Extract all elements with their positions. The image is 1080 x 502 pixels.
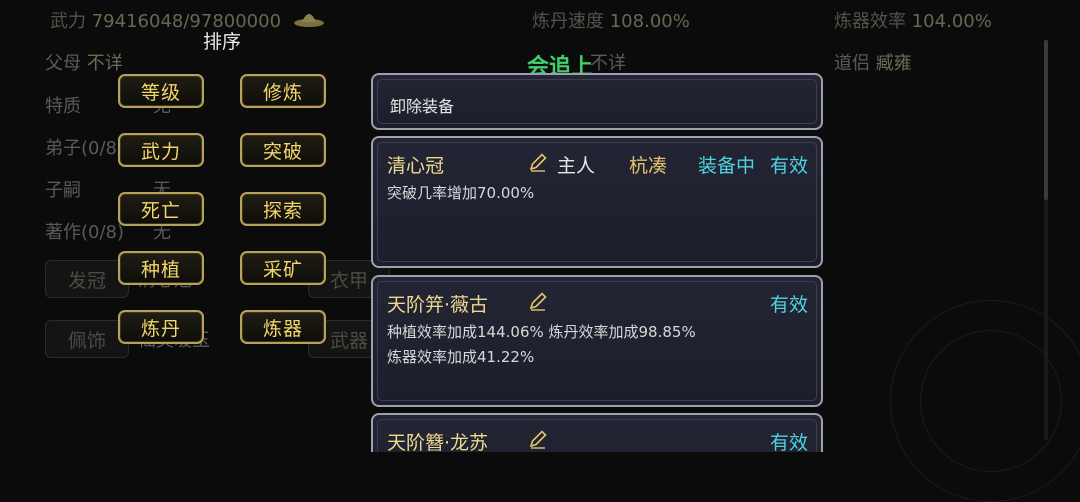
sort-level-button[interactable]: 等级	[118, 74, 204, 108]
sort-death-button[interactable]: 死亡	[118, 192, 204, 226]
partner-info: 道侣 臧雍	[834, 53, 912, 74]
works-label: 著作(0/8)	[45, 222, 125, 243]
item-validity: 有效	[770, 155, 809, 177]
sort-breakthrough-button[interactable]: 突破	[240, 133, 326, 167]
equipment-item-card[interactable]: 清心冠 主人 杭凑 装备中 有效 突破几率增加70.00%	[371, 136, 823, 268]
scrollbar-thumb[interactable]	[1044, 40, 1048, 200]
background-cloud-decoration	[920, 330, 1062, 472]
equipment-item-card[interactable]: 天阶笄·薇古 有效 种植效率加成144.06% 炼丹效率加成98.85% 炼器效…	[371, 275, 823, 407]
rename-pencil-icon[interactable]	[528, 152, 548, 172]
item-owner: 主人	[557, 155, 596, 177]
sort-mining-button[interactable]: 采矿	[240, 251, 326, 285]
sort-forging-button[interactable]: 炼器	[240, 310, 326, 344]
unequip-label: 卸除装备	[390, 97, 455, 116]
rename-pencil-icon[interactable]	[528, 291, 548, 311]
disciples-label: 弟子(0/8)	[45, 138, 125, 159]
hat-icon	[293, 8, 325, 28]
item-list-clip: 天阶簪·龙苏 有效	[371, 413, 823, 452]
sort-planting-button[interactable]: 种植	[118, 251, 204, 285]
sort-power-button[interactable]: 武力	[118, 133, 204, 167]
mid-info-value: 不详	[590, 53, 626, 74]
accessory-slot-button[interactable]: 佩饰	[45, 320, 129, 358]
item-effect: 突破几率增加70.00%	[387, 184, 535, 202]
parents-info: 父母 不详	[45, 53, 123, 74]
sort-cultivation-button[interactable]: 修炼	[240, 74, 326, 108]
item-validity: 有效	[770, 432, 809, 452]
item-name: 清心冠	[387, 155, 445, 177]
liandan-speed-stat: 炼丹速度 108.00%	[532, 11, 690, 32]
item-name: 天阶簪·龙苏	[387, 432, 489, 452]
item-holder: 杭凑	[629, 155, 668, 177]
sort-title: 排序	[203, 31, 242, 53]
item-name: 天阶笄·薇古	[387, 294, 489, 316]
unequip-button[interactable]: 卸除装备	[371, 73, 823, 130]
heirs-label: 子嗣	[45, 180, 81, 201]
trait-label: 特质	[45, 96, 81, 117]
wuli-stat: 武力 79416048/97800000	[50, 11, 282, 32]
item-effect: 炼器效率加成41.22%	[387, 348, 535, 366]
sort-alchemy-button[interactable]: 炼丹	[118, 310, 204, 344]
item-equipped-status: 装备中	[698, 155, 756, 177]
equipment-item-card[interactable]: 天阶簪·龙苏 有效	[371, 413, 823, 452]
item-effect: 种植效率加成144.06% 炼丹效率加成98.85%	[387, 323, 696, 341]
rename-pencil-icon[interactable]	[528, 429, 548, 449]
lianqi-efficiency-stat: 炼器效率 104.00%	[834, 11, 992, 32]
sort-explore-button[interactable]: 探索	[240, 192, 326, 226]
crown-slot-button[interactable]: 发冠	[45, 260, 129, 298]
item-validity: 有效	[770, 294, 809, 316]
